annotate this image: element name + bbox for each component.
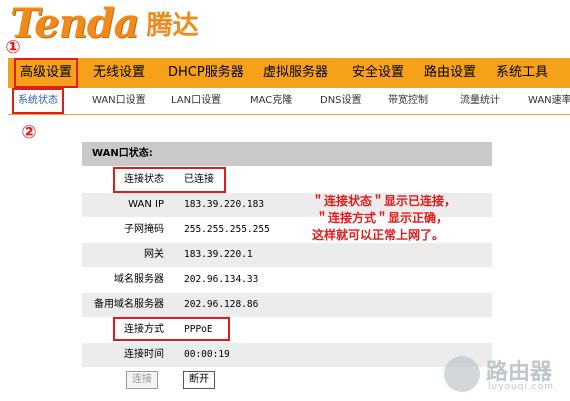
annotation-line: 这样就可以正常上网了。 bbox=[312, 228, 445, 242]
router-admin-page: Tenda 腾达 ① 高级设置 无线设置 DHCP服务器 虚拟服务器 安全设置 … bbox=[0, 0, 570, 401]
logo-text-en: Tenda bbox=[10, 0, 140, 47]
step-two-marker: ② bbox=[21, 122, 37, 143]
annotation-line: ＂连接状态＂显示已连接， bbox=[312, 194, 457, 208]
sub-nav-item-system-status[interactable]: 系统状态 bbox=[12, 88, 64, 114]
main-nav-item-dhcp[interactable]: DHCP服务器 bbox=[168, 58, 244, 88]
sub-nav-item-wan-settings[interactable]: WAN口设置 bbox=[92, 88, 146, 114]
row-value: 202.96.128.86 bbox=[184, 299, 259, 310]
row-label: WAN IP bbox=[128, 199, 164, 210]
logo-text-cn: 腾达 bbox=[146, 11, 199, 41]
row-label: 子网掩码 bbox=[124, 224, 164, 235]
main-nav-item-system-tools[interactable]: 系统工具 bbox=[496, 58, 548, 88]
highlight-connection-type bbox=[113, 317, 230, 341]
watermark: 路由器 luyouqi.com bbox=[444, 352, 570, 400]
sub-nav-item-bandwidth[interactable]: 带宽控制 bbox=[388, 88, 428, 114]
row-label: 备用域名服务器 bbox=[94, 299, 164, 310]
sub-nav-item-lan-settings[interactable]: LAN口设置 bbox=[171, 88, 221, 114]
row-value: 183.39.220.183 bbox=[184, 199, 265, 210]
sub-nav-item-mac-clone[interactable]: MAC克隆 bbox=[250, 88, 292, 114]
sub-nav: 系统状态 WAN口设置 LAN口设置 MAC克隆 DNS设置 带宽控制 流量统计… bbox=[8, 88, 570, 115]
row-label: 网关 bbox=[144, 249, 164, 260]
disconnect-button[interactable]: 断开 bbox=[183, 371, 215, 389]
row-connection-time: 连接时间 00:00:19 bbox=[82, 343, 492, 367]
row-gateway: 网关 183.39.220.1 bbox=[82, 243, 492, 267]
row-value: 183.39.220.1 bbox=[184, 249, 253, 260]
main-nav-item-virtual-server[interactable]: 虚拟服务器 bbox=[263, 58, 328, 88]
row-label: 连接时间 bbox=[124, 349, 164, 360]
row-value: 255.255.255.255 bbox=[184, 224, 270, 235]
row-dns-server: 域名服务器 202.96.134.33 bbox=[82, 268, 492, 292]
panel-title: WAN口状态: bbox=[82, 142, 492, 166]
main-nav-item-security[interactable]: 安全设置 bbox=[352, 58, 404, 88]
highlight-connection-status bbox=[113, 167, 226, 193]
row-label: 域名服务器 bbox=[114, 274, 164, 285]
row-value: 00:00:19 bbox=[184, 349, 230, 360]
step-one-marker: ① bbox=[5, 37, 21, 58]
watermark-sub: luyouqi.com bbox=[488, 382, 555, 392]
annotation-note: ＂连接状态＂显示已连接， ＂连接方式＂显示正确， 这样就可以正常上网了。 bbox=[312, 193, 512, 244]
tenda-logo: Tenda 腾达 bbox=[10, 2, 199, 46]
main-nav: 高级设置 无线设置 DHCP服务器 虚拟服务器 安全设置 路由设置 系统工具 bbox=[8, 58, 570, 88]
sub-nav-item-traffic-stats[interactable]: 流量统计 bbox=[460, 88, 500, 114]
row-value: 202.96.134.33 bbox=[184, 274, 259, 285]
main-nav-item-wireless[interactable]: 无线设置 bbox=[93, 58, 145, 88]
main-nav-item-routing[interactable]: 路由设置 bbox=[424, 58, 476, 88]
wan-status-panel: WAN口状态: 连接状态 已连接 WAN IP 183.39.220.183 子… bbox=[82, 142, 492, 367]
router-logo-icon bbox=[444, 356, 480, 392]
main-nav-item-advanced[interactable]: 高级设置 bbox=[14, 58, 79, 88]
sub-nav-item-wan-rate[interactable]: WAN速率 bbox=[528, 88, 570, 114]
annotation-line: ＂连接方式＂显示正确， bbox=[316, 211, 449, 225]
row-backup-dns: 备用域名服务器 202.96.128.86 bbox=[82, 293, 492, 317]
sub-nav-item-dns[interactable]: DNS设置 bbox=[320, 88, 362, 114]
connect-button[interactable]: 连接 bbox=[126, 371, 158, 389]
